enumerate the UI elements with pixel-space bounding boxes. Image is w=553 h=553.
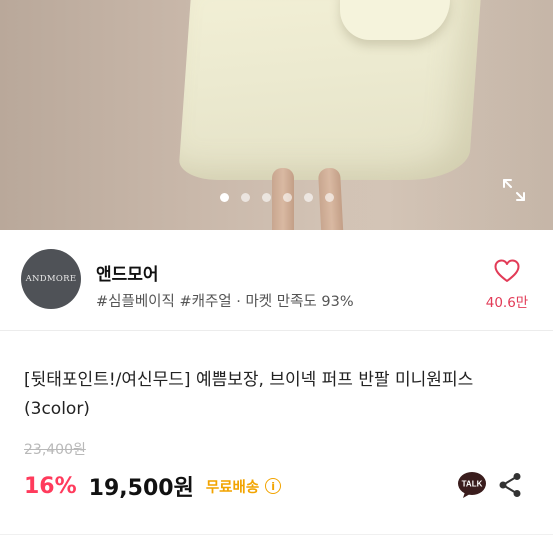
price-row: 16% 19,500원 무료배송 i — [24, 470, 282, 502]
shop-tags: #심플베이직 #캐주얼 · 마켓 만족도 93% — [96, 294, 354, 310]
carousel-indicator — [0, 193, 553, 202]
carousel-dot[interactable] — [219, 193, 229, 202]
carousel-dot[interactable] — [282, 193, 292, 202]
carousel-dot[interactable] — [324, 193, 334, 202]
shop-info-row[interactable]: ANDMORE 앤드모어 #심플베이직 #캐주얼 · 마켓 만족도 93% — [0, 230, 553, 331]
info-icon[interactable]: i — [265, 478, 282, 494]
discount-rate: 16% — [24, 473, 77, 499]
like-count: 40.6만 — [485, 295, 529, 311]
free-shipping-badge: 무료배송 — [205, 479, 260, 496]
shop-name[interactable]: 앤드모어 — [96, 260, 159, 285]
shop-logo[interactable]: ANDMORE — [21, 249, 81, 309]
divider — [0, 534, 553, 535]
expand-icon[interactable] — [501, 177, 527, 203]
product-image-carousel[interactable] — [0, 0, 553, 230]
carousel-dot[interactable] — [261, 193, 271, 202]
heart-icon[interactable] — [494, 259, 520, 283]
sale-price: 19,500원 — [88, 476, 194, 501]
original-price: 23,400원 — [24, 442, 86, 458]
product-title: [뒷태포인트!/여신무드] 예쁨보장, 브이넥 퍼프 반팔 미니원피스 (3co… — [24, 370, 474, 419]
share-icon[interactable] — [498, 472, 522, 498]
kakaotalk-icon[interactable]: TALK — [457, 471, 487, 499]
carousel-dot[interactable] — [303, 193, 313, 202]
talk-label: TALK — [462, 480, 483, 489]
carousel-dot[interactable] — [240, 193, 250, 202]
